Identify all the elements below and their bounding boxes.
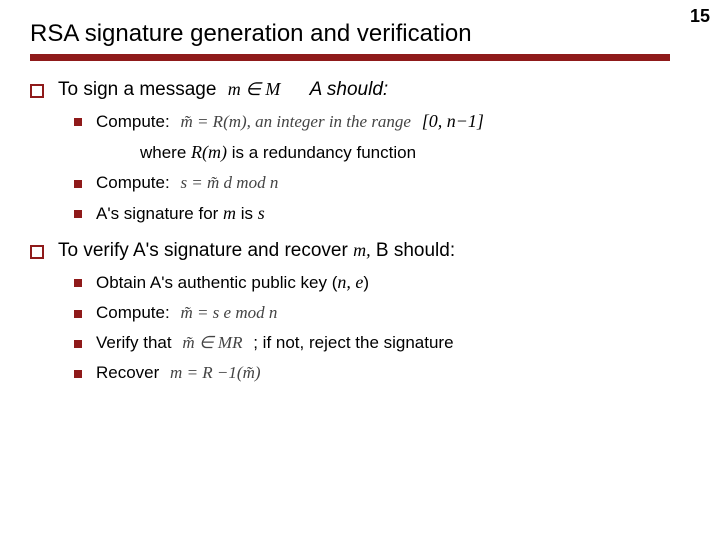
bullet-fill-icon [74, 370, 82, 378]
verify-item4-label: Recover [96, 363, 159, 382]
verify-heading: To verify A's signature and recover m, B… [30, 240, 690, 262]
sign-item1-range: [0, n−1] [422, 111, 484, 131]
bullet-fill-icon [74, 279, 82, 287]
bullet-open-icon [30, 245, 44, 259]
sign-intro-suffix: A should: [310, 79, 389, 100]
verify-item2-label: Compute: [96, 303, 170, 322]
sign-item2-formula: s = m̃ d mod n [180, 173, 278, 192]
verify-intro-m: m, [353, 240, 371, 260]
sign-item2-label: Compute: [96, 173, 170, 192]
verify-item-2: Compute: m̃ = s e mod n [74, 303, 690, 323]
sign-item3-m: m [223, 203, 236, 223]
verify-item2-formula: m̃ = s e mod n [180, 303, 277, 322]
sign-item3-prefix: A's signature for [96, 204, 223, 223]
sign-intro-prefix: To sign a message [58, 79, 216, 100]
bullet-fill-icon [74, 210, 82, 218]
sign-item-3: A's signature for m is s [74, 203, 690, 224]
sign-item-1: Compute: m̃ = R(m), an integer in the ra… [74, 111, 690, 132]
verify-intro-suffix: B should: [371, 240, 456, 261]
verify-item-3: Verify that m̃ ∈ MR ; if not, reject the… [74, 333, 690, 353]
verify-item4-formula: m = R −1(m̃) [170, 363, 260, 382]
sign-item1-formula: m̃ = R(m), an integer in the range [180, 112, 411, 131]
sign-item1-cont: where R(m) is a redundancy function [140, 142, 690, 163]
sign-item1-label: Compute: [96, 112, 170, 131]
sign-item1-cont-prefix: where [140, 143, 191, 162]
page-number: 15 [690, 6, 710, 27]
bullet-open-icon [30, 84, 44, 98]
verify-item1-suffix: ) [363, 273, 369, 292]
bullet-fill-icon [74, 340, 82, 348]
verify-item1-ne: n, e [337, 272, 363, 292]
verify-item1-prefix: Obtain A's authentic public key ( [96, 273, 337, 292]
verify-item3-formula: m̃ ∈ MR [182, 333, 242, 352]
sign-item3-mid: is [236, 204, 258, 223]
bullet-fill-icon [74, 180, 82, 188]
verify-item3-label: Verify that [96, 333, 172, 352]
verify-intro-prefix: To verify A's signature and recover [58, 240, 353, 261]
verify-item-4: Recover m = R −1(m̃) [74, 363, 690, 383]
sign-item3-s: s [258, 203, 265, 223]
sign-item-2: Compute: s = m̃ d mod n [74, 173, 690, 193]
verify-item3-suffix: ; if not, reject the signature [253, 333, 453, 352]
sign-item1-cont-suffix: is a redundancy function [227, 143, 416, 162]
sign-heading: To sign a message m ∈ M A should: [30, 79, 690, 101]
sign-intro-math: m ∈ M [228, 79, 281, 99]
verify-item-1: Obtain A's authentic public key (n, e) [74, 272, 690, 293]
sign-item1-cont-math: R(m) [191, 142, 227, 162]
bullet-fill-icon [74, 310, 82, 318]
title-rule [30, 54, 670, 61]
bullet-fill-icon [74, 118, 82, 126]
page-title: RSA signature generation and verificatio… [30, 20, 690, 48]
